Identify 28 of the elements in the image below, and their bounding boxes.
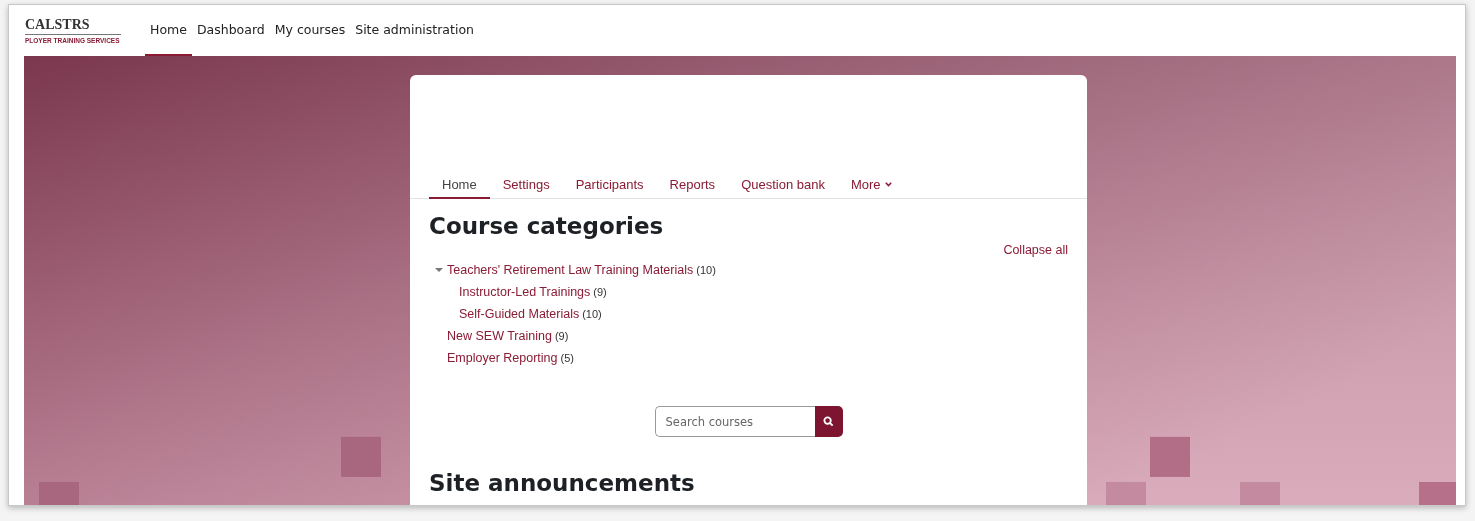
course-count: (5): [560, 352, 574, 364]
course-count: (9): [554, 330, 569, 342]
category-link[interactable]: New SEW Training: [447, 329, 552, 343]
category-link[interactable]: Self-Guided Materials: [459, 307, 580, 321]
tab[interactable]: Settings: [489, 171, 563, 199]
collapse-all-link[interactable]: Collapse all: [1003, 243, 1068, 257]
caret-down-icon[interactable]: [434, 267, 443, 273]
tab[interactable]: Participants: [562, 171, 657, 199]
nav-link[interactable]: Dashboard: [191, 5, 270, 56]
search-field[interactable]: Search courses: [654, 406, 815, 437]
page-title: Course categories: [429, 213, 665, 239]
course-count: (9): [593, 286, 607, 298]
chevron-down-icon: [884, 181, 892, 187]
tab[interactable]: More: [837, 171, 905, 199]
course-count: (10): [582, 308, 602, 320]
section-title: Site announcements: [429, 470, 696, 496]
search-button[interactable]: [814, 406, 843, 437]
tab[interactable]: Reports: [656, 171, 729, 199]
search-icon: [823, 416, 834, 427]
category-link[interactable]: Employer Reporting: [447, 351, 558, 365]
nav-link[interactable]: My courses: [269, 5, 351, 56]
course-count: (10): [696, 264, 716, 276]
tab[interactable]: Question bank: [728, 171, 838, 199]
category-link[interactable]: Instructor-Led Trainings: [459, 285, 591, 299]
tab[interactable]: Home: [429, 171, 490, 199]
category-link[interactable]: Teachers' Retirement Law Training Materials: [447, 263, 694, 277]
logo-title: CALSTRS: [25, 17, 121, 35]
nav-link[interactable]: Site administration: [350, 5, 479, 56]
